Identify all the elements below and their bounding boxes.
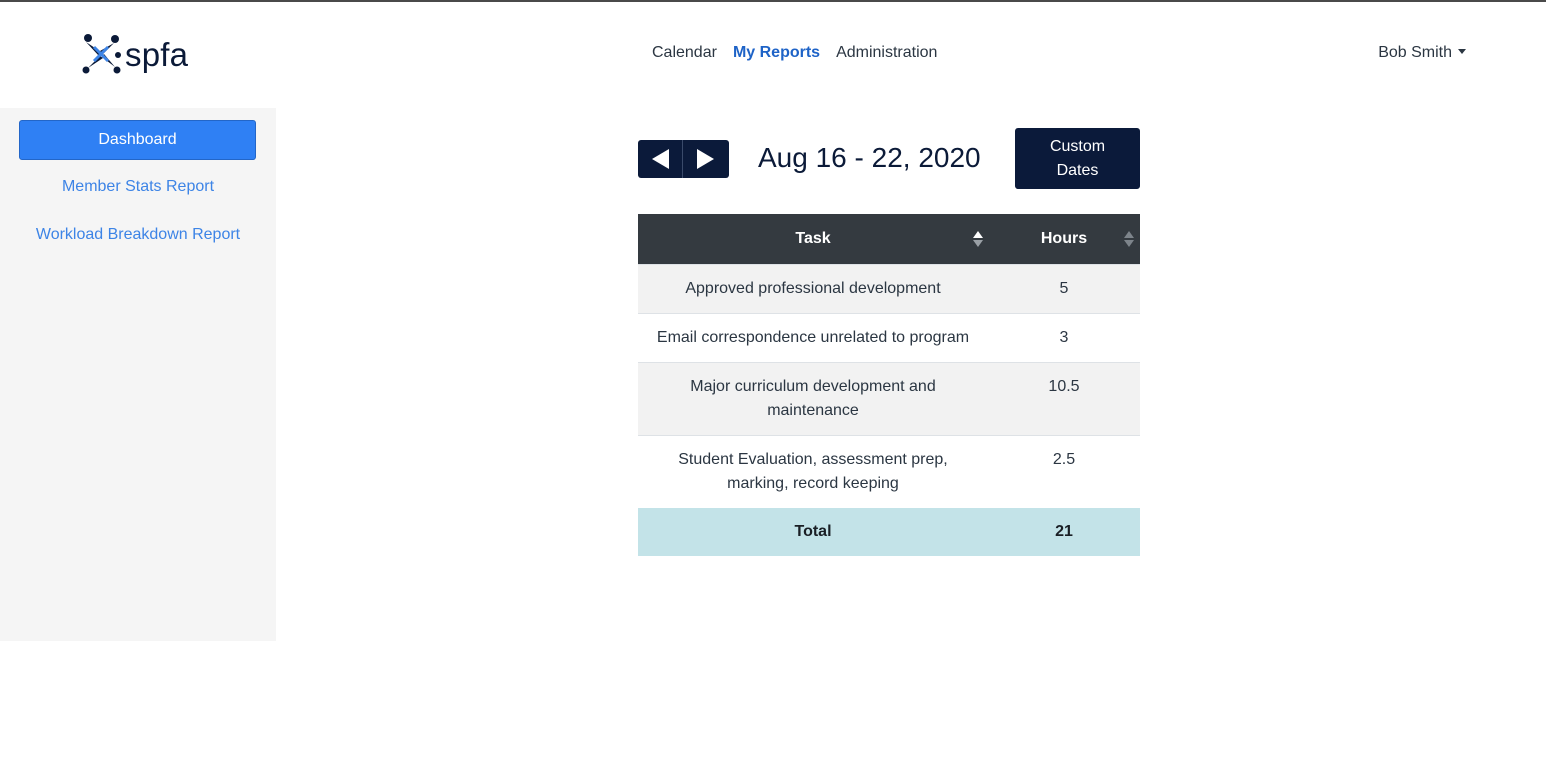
sidebar-item-member-stats-report[interactable]: Member Stats Report: [0, 178, 276, 196]
sidebar-item-workload-breakdown-report[interactable]: Workload Breakdown Report: [0, 226, 276, 244]
sort-icon[interactable]: [973, 231, 983, 247]
table-row: Email correspondence unrelated to progra…: [638, 312, 1140, 362]
arrow-right-icon: [697, 149, 714, 169]
date-navigation: [638, 140, 729, 178]
hours-cell: 3: [988, 312, 1140, 362]
task-cell: Student Evaluation, assessment prep, mar…: [638, 434, 988, 508]
column-header-hours-label: Hours: [1040, 229, 1088, 247]
custom-dates-label: Custom Dates: [1049, 137, 1106, 179]
user-menu[interactable]: Bob Smith: [1378, 44, 1466, 62]
main-nav: Calendar My Reports Administration: [652, 44, 937, 62]
next-week-button[interactable]: [683, 140, 728, 178]
arrow-left-icon: [651, 149, 669, 169]
sidebar: Dashboard Member Stats Report Workload B…: [0, 108, 276, 641]
nav-administration[interactable]: Administration: [836, 44, 937, 62]
nav-calendar[interactable]: Calendar: [652, 44, 717, 62]
custom-dates-button[interactable]: Custom Dates: [1015, 128, 1140, 189]
caret-down-icon: [1458, 49, 1466, 54]
nav-my-reports[interactable]: My Reports: [733, 44, 820, 62]
date-range-title: Aug 16 - 22, 2020: [758, 142, 981, 173]
hours-cell: 2.5: [988, 434, 1140, 508]
logo-text: spfa: [125, 35, 189, 73]
logo[interactable]: spfa: [80, 32, 188, 76]
table-header-row: Task Hours: [638, 214, 1140, 264]
app-header: spfa Calendar My Reports Administration …: [0, 2, 1546, 108]
user-name: Bob Smith: [1378, 44, 1452, 61]
hours-cell: 5: [988, 263, 1140, 313]
total-row: Total 21: [638, 507, 1140, 556]
hours-cell: 10.5: [988, 361, 1140, 435]
column-header-hours[interactable]: Hours: [988, 214, 1140, 264]
table-row: Major curriculum development and mainten…: [638, 361, 1140, 435]
total-value: 21: [988, 507, 1140, 556]
logo-icon: [82, 34, 121, 74]
sidebar-item-dashboard[interactable]: Dashboard: [19, 120, 256, 160]
task-cell: Approved professional development: [638, 263, 988, 313]
column-header-task-label: Task: [795, 229, 831, 247]
total-label: Total: [638, 507, 988, 556]
task-cell: Email correspondence unrelated to progra…: [638, 312, 988, 362]
column-header-task[interactable]: Task: [638, 214, 988, 264]
sort-icon[interactable]: [1124, 231, 1134, 247]
task-cell: Major curriculum development and mainten…: [638, 361, 988, 435]
table-row: Student Evaluation, assessment prep, mar…: [638, 434, 1140, 508]
report-table: Task Hours Approved professional develop…: [638, 214, 1140, 556]
table-row: Approved professional development 5: [638, 263, 1140, 313]
previous-week-button[interactable]: [638, 140, 683, 178]
